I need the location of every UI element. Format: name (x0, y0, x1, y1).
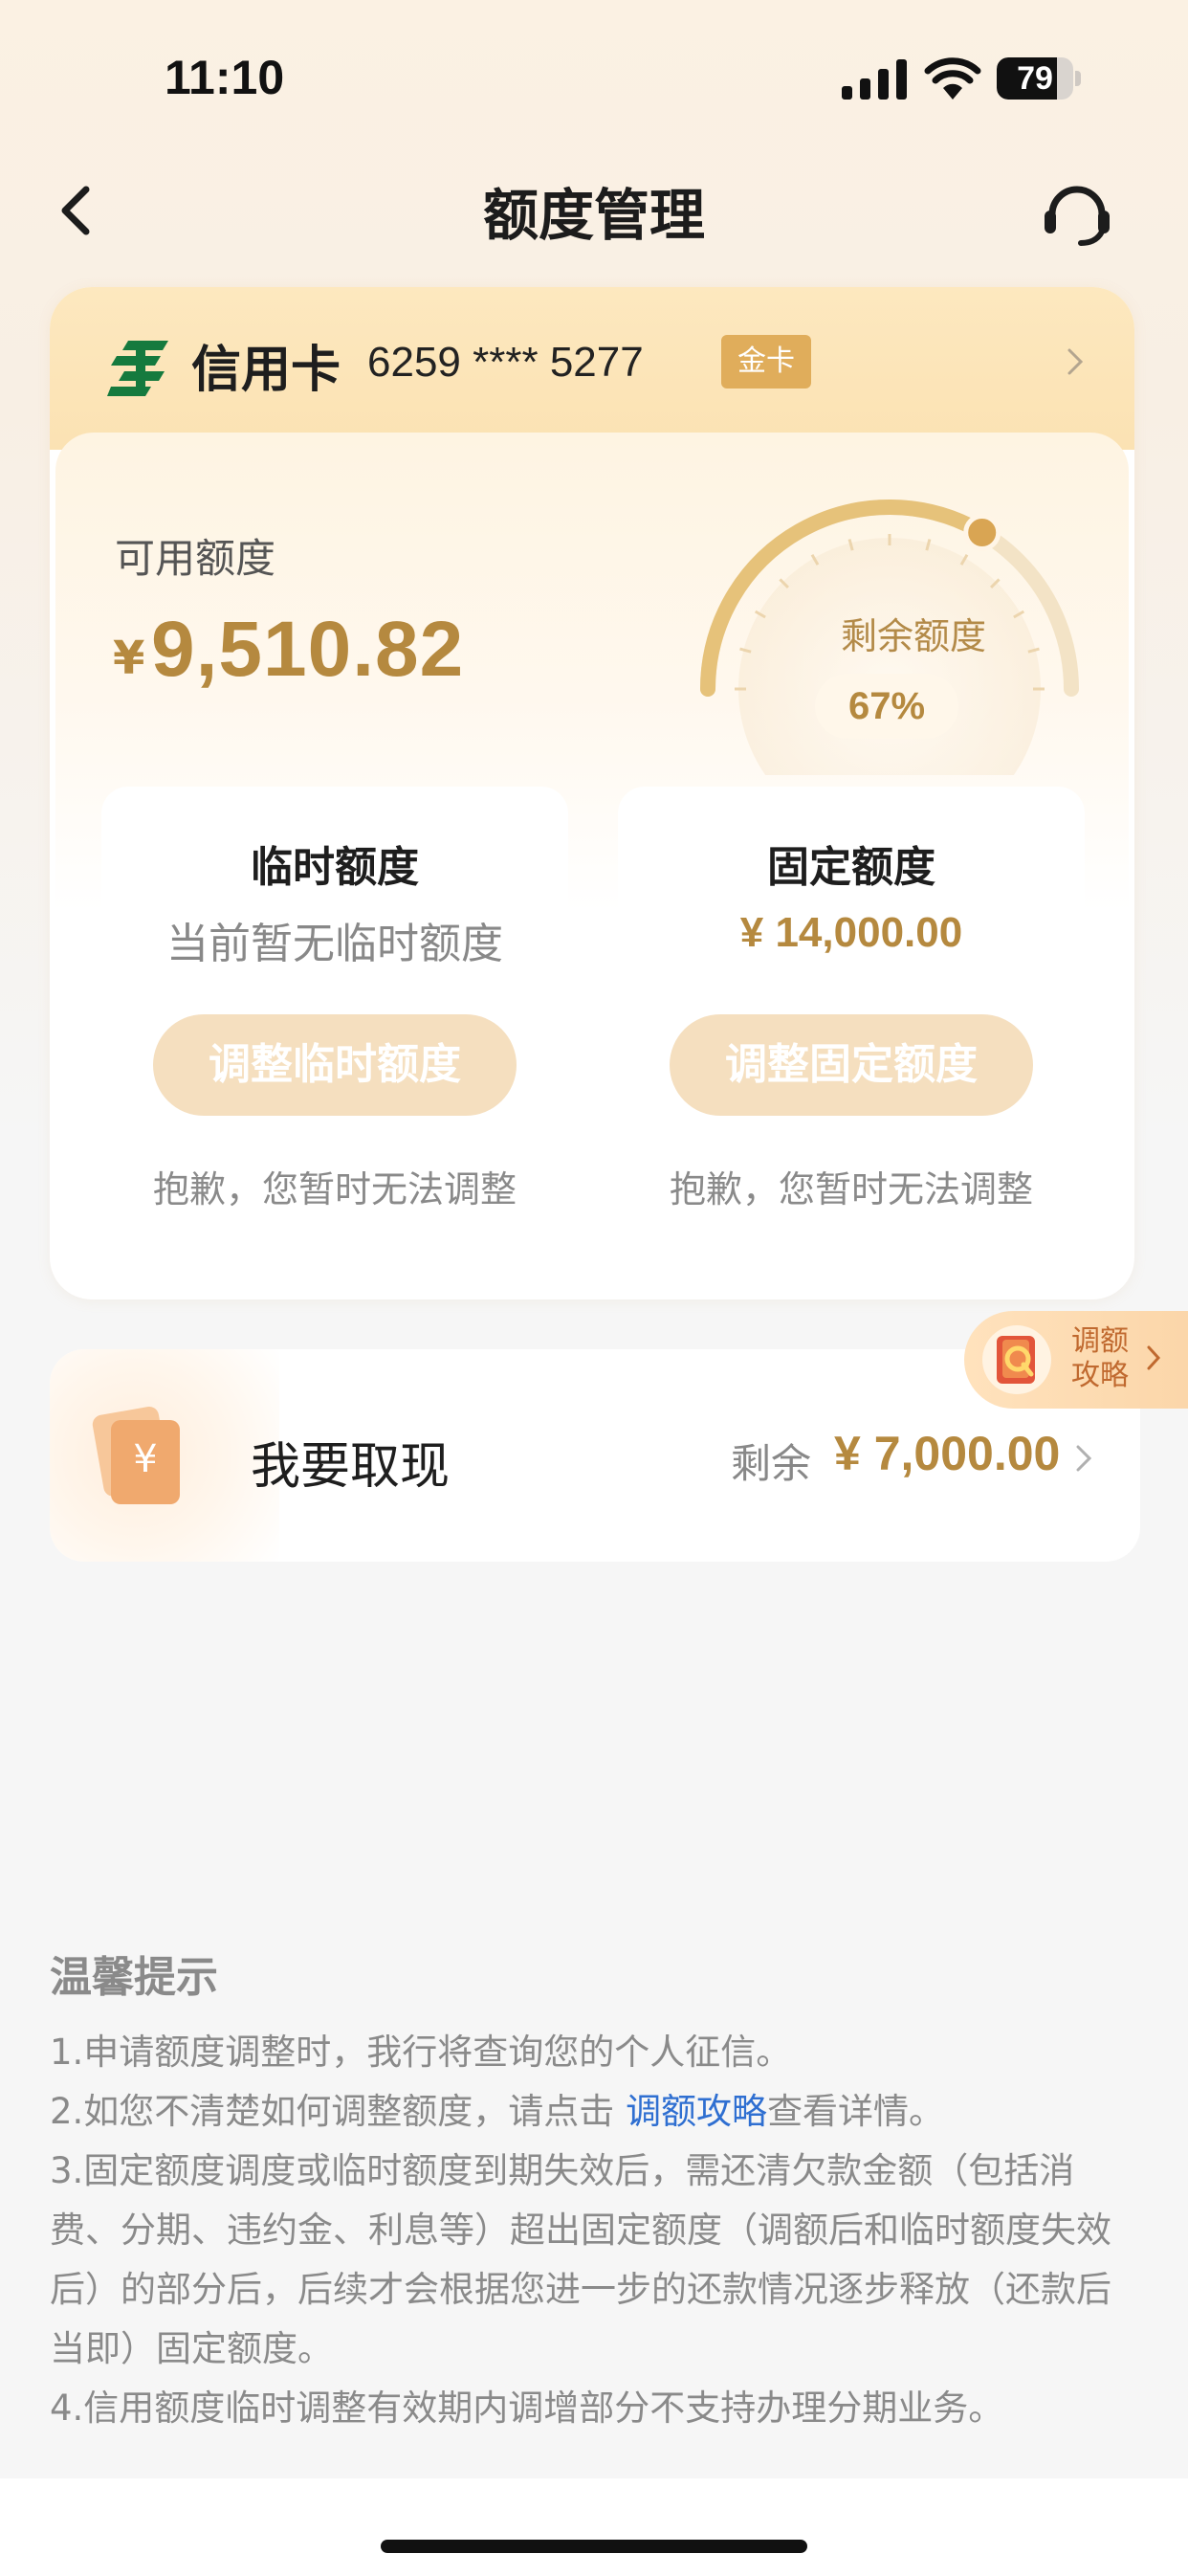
temporary-limit-note: 抱歉，您暂时无法调整 (152, 1168, 517, 1210)
cash-card-icon: ¥ (92, 1406, 180, 1504)
credit-limit-card: 信用卡 6259 **** 5277 金卡 可用额度 ¥ 9,510.82 剩余… (50, 287, 1134, 1299)
fixed-limit-title: 固定额度 (767, 843, 935, 892)
card-number: 6259 **** 5277 (367, 339, 644, 386)
cash-remaining-amount: ¥ 7,000.00 (834, 1427, 1061, 1480)
tips-title: 温馨提示 (50, 1953, 218, 2002)
adjust-fixed-limit-button[interactable]: 调整固定额度 (670, 1014, 1033, 1116)
bank-logo-icon (107, 341, 168, 396)
tip-item-2-prefix: 2.如您不清楚如何调整额度，请点击 (50, 2091, 627, 2132)
gauge-label: 剩余额度 (840, 615, 986, 657)
tip-item-2: 2.如您不清楚如何调整额度，请点击 调额攻略查看详情。 (50, 2082, 1140, 2142)
available-limit-amount: 9,510.82 (151, 606, 465, 693)
battery-cap (1075, 71, 1081, 86)
tip-item-3: 3.固定额度调度或临时额度到期失效后，需还清欠款金额（包括消费、分期、违约金、利… (50, 2150, 1111, 2369)
guide-tag-text: 调额 攻略 (1071, 1324, 1133, 1393)
tip-item-2-suffix: 查看详情。 (767, 2091, 945, 2132)
adjust-temporary-limit-button[interactable]: 调整临时额度 (153, 1014, 517, 1116)
limit-guide-tag[interactable]: 调额 攻略 (964, 1311, 1188, 1409)
limit-guide-link[interactable]: 调额攻略 (626, 2091, 767, 2132)
battery-icon: 79 (997, 57, 1073, 100)
temporary-limit-panel: 临时额度 当前暂无临时额度 调整临时额度 抱歉，您暂时无法调整 (101, 787, 568, 1265)
home-indicator[interactable] (381, 2540, 807, 2553)
card-level-badge: 金卡 (721, 335, 811, 389)
gauge-indicator-dot (963, 513, 1001, 551)
guide-tag-line2: 攻略 (1071, 1359, 1129, 1392)
card-header[interactable]: 信用卡 6259 **** 5277 金卡 (50, 287, 1134, 450)
fixed-limit-panel: 固定额度 ¥ 14,000.00 调整固定额度 抱歉，您暂时无法调整 (618, 787, 1085, 1265)
chevron-right-icon (1067, 348, 1084, 375)
fixed-limit-amount: ¥ 14,000.00 (739, 909, 963, 956)
fixed-limit-note: 抱歉，您暂时无法调整 (669, 1168, 1033, 1210)
wifi-icon (924, 57, 981, 100)
available-limit-label: 可用额度 (115, 535, 276, 582)
chevron-right-icon (1147, 1345, 1161, 1370)
card-type-label: 信用卡 (191, 342, 341, 399)
headset-icon[interactable] (1039, 172, 1115, 249)
tip-item-4: 4.信用额度临时调整有效期内调增部分不支持办理分期业务。 (50, 2387, 1004, 2429)
bottom-safe-area (0, 2478, 1188, 2576)
cash-remaining-label: 剩余 (731, 1440, 812, 1487)
battery-percent: 79 (1017, 60, 1053, 97)
svg-text:¥: ¥ (133, 1437, 157, 1481)
chevron-right-icon (1076, 1445, 1092, 1472)
available-limit-currency: ¥ (113, 632, 145, 685)
temporary-limit-status: 当前暂无临时额度 (166, 920, 503, 968)
page-title: 额度管理 (482, 183, 705, 248)
status-time: 11:10 (165, 51, 285, 104)
tips-section: 温馨提示 1.申请额度调整时，我行将查询您的个人征信。 2.如您不清楚如何调整额… (50, 1943, 1140, 2438)
guide-tag-line1: 调额 (1071, 1324, 1129, 1358)
gauge-percent: 67% (815, 674, 958, 739)
temporary-limit-title: 临时额度 (251, 843, 419, 892)
cellular-signal-icon (842, 59, 907, 100)
battery-indicator: 79 (997, 57, 1083, 100)
status-bar: 11:10 79 (0, 0, 1188, 163)
cash-advance-label: 我要取现 (251, 1438, 451, 1496)
tip-item-1: 1.申请额度调整时，我行将查询您的个人征信。 (50, 2032, 792, 2073)
guide-book-icon (982, 1325, 1051, 1394)
